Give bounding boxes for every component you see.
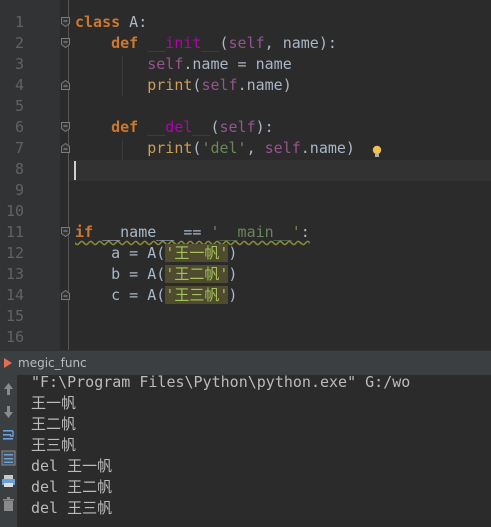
fold-marker-icon[interactable] [61,143,70,153]
run-config-name[interactable]: megic_func [18,351,87,375]
code-text: if __name__ == '__main__': [75,223,310,241]
line-number: 11 [5,223,24,241]
code-line-7[interactable]: 7 print('del', self.name) [0,138,491,159]
run-icon [4,358,12,368]
code-line-1[interactable]: 1 class A: [0,12,491,33]
line-number: 7 [14,139,24,157]
code-line-11[interactable]: 11 if __name__ == '__main__': [0,222,491,243]
code-text: self.name = name [147,55,292,73]
lightbulb-icon[interactable] [372,145,382,158]
soft-wrap-icon[interactable] [1,427,16,443]
code-line-5[interactable]: 5 [0,96,491,117]
code-line-12[interactable]: 12 a = A('王一帆') [0,243,491,264]
code-line-4[interactable]: 4 print(self.name) [0,75,491,96]
code-line-13[interactable]: 13 b = A('王二帆') [0,264,491,285]
code-line-14[interactable]: 14 c = A('王三帆') [0,285,491,306]
line-number: 4 [14,76,24,94]
line-number: 13 [5,265,24,283]
code-line-10[interactable]: 10 [0,201,491,222]
console-line: del 王二帆 [31,478,113,496]
line-number: 9 [14,181,24,199]
code-line-15[interactable]: 15 [0,306,491,327]
up-arrow-icon[interactable] [1,381,16,397]
console-line: del 王一帆 [31,457,113,475]
text-caret [74,161,76,180]
line-number: 16 [5,328,24,346]
down-arrow-icon[interactable] [1,404,16,420]
line-number: 6 [14,118,24,136]
code-editor[interactable]: 1 class A: 2 def __init__(self, name): 3… [0,0,491,350]
print-icon[interactable] [1,473,16,489]
line-number: 1 [14,13,24,31]
line-number: 10 [5,202,24,220]
code-line-9[interactable]: 9 [0,180,491,201]
fold-marker-icon[interactable] [61,290,70,300]
line-number: 3 [14,55,24,73]
code-text: def __del__(self): [111,118,274,136]
console-line: del 王三帆 [31,499,113,517]
line-number: 15 [5,307,24,325]
code-line-3[interactable]: 3 self.name = name [0,54,491,75]
fold-marker-icon[interactable] [61,38,70,48]
code-text: a = A('王一帆') [111,244,238,262]
code-text: def __init__(self, name): [111,34,337,52]
run-toolbar [0,375,18,527]
fold-marker-icon[interactable] [61,122,70,132]
console-line: 王三帆 [31,436,77,454]
code-line-2[interactable]: 2 def __init__(self, name): [0,33,491,54]
code-text: print(self.name) [147,76,292,94]
code-text: print('del', self.name) [147,139,355,157]
trash-icon[interactable] [1,496,16,512]
console-line: 王二帆 [31,415,77,433]
line-number: 14 [5,286,24,304]
code-text: c = A('王三帆') [111,286,238,304]
console-output[interactable]: "F:\Program Files\Python\python.exe" G:/… [18,375,491,527]
run-panel-header: megic_func [0,350,491,376]
code-line-16[interactable]: 16 [0,327,491,348]
scroll-to-end-icon[interactable] [1,450,16,466]
line-number: 12 [5,244,24,262]
fold-marker-icon[interactable] [61,80,70,90]
line-number: 2 [14,34,24,52]
fold-marker-icon[interactable] [61,17,70,27]
console-line: "F:\Program Files\Python\python.exe" G:/… [31,375,411,391]
fold-marker-icon[interactable] [61,227,70,237]
line-number: 8 [14,160,24,178]
code-text: b = A('王二帆') [111,265,238,283]
console-line: 王一帆 [31,394,77,412]
code-text: class A: [75,13,148,31]
line-number: 5 [14,97,24,115]
code-line-6[interactable]: 6 def __del__(self): [0,117,491,138]
